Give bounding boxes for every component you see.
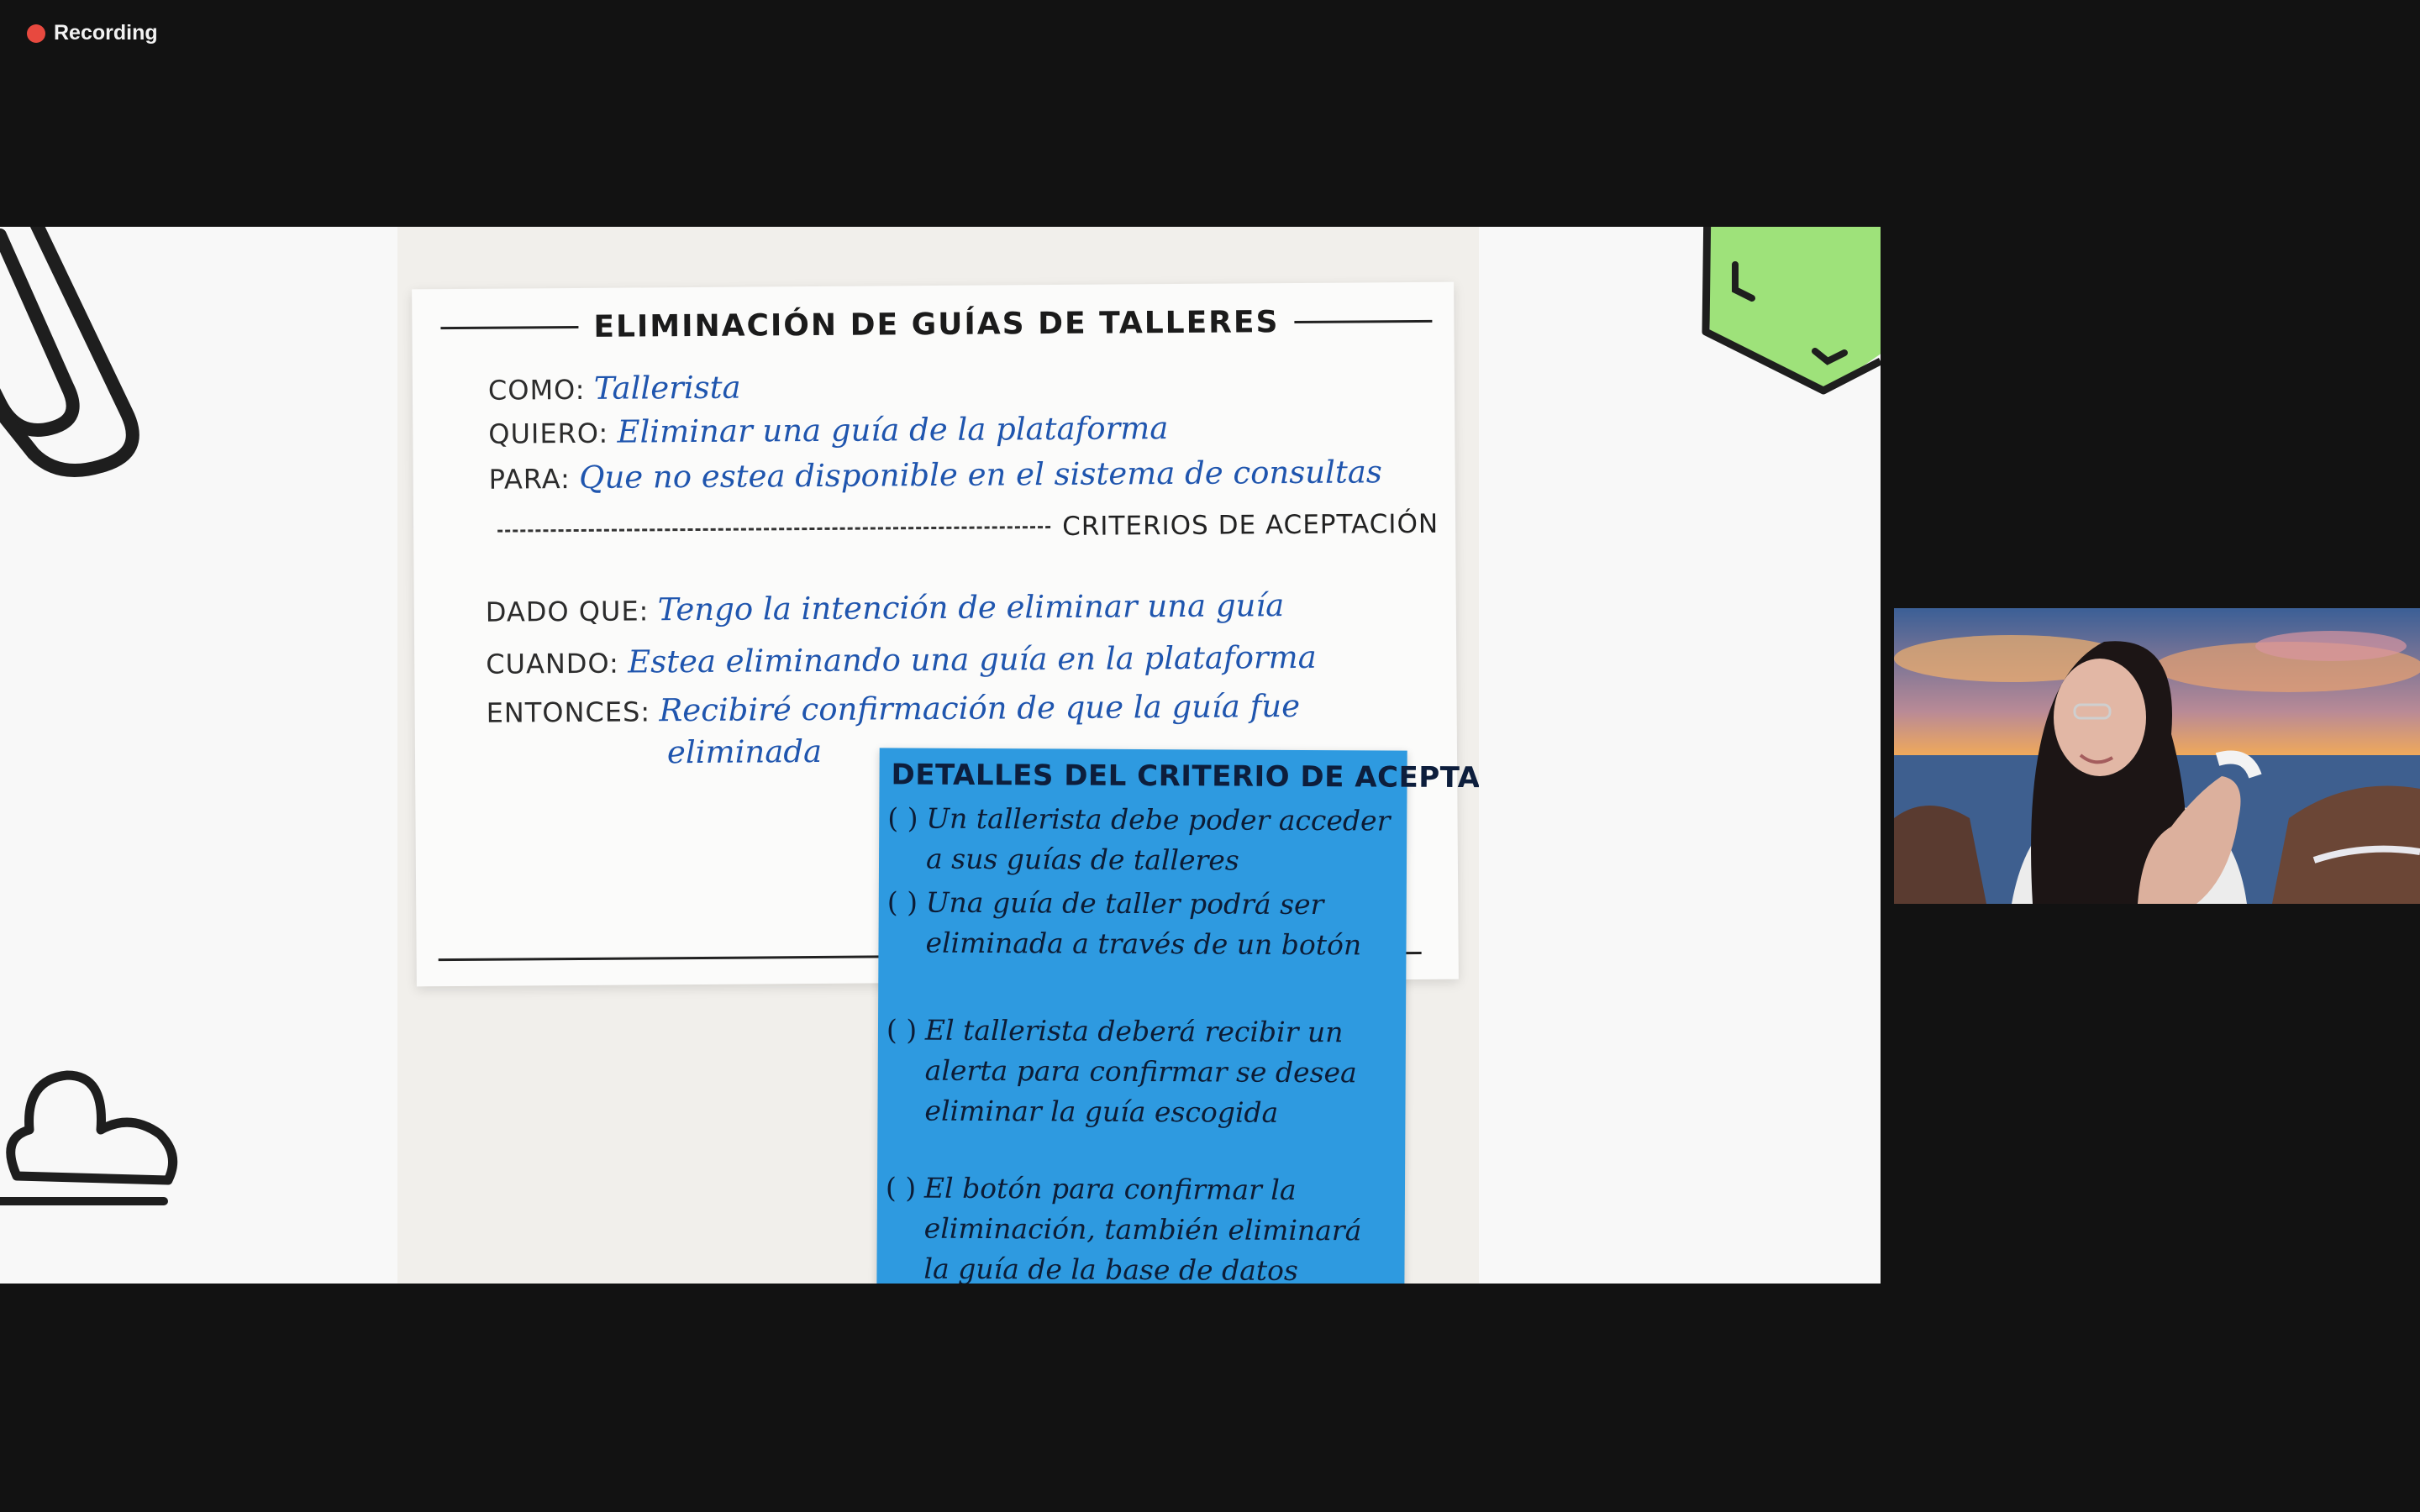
checkbox-marker: ( ) xyxy=(887,801,918,835)
checkbox-marker: ( ) xyxy=(886,1013,918,1047)
cloud-icon xyxy=(0,1070,178,1205)
criteria-key: CUANDO: xyxy=(486,647,620,680)
criteria-value: Recibiré confirmación de que la guía fue xyxy=(659,687,1301,729)
criteria-entonces: ENTONCES: Recibiré confirmación de que l… xyxy=(486,687,1301,730)
story-value: Tallerista xyxy=(593,369,741,407)
story-value: Que no estea disponible en el sistema de… xyxy=(579,454,1382,496)
sticky-item: ( ) El tallerista deberá recibir un aler… xyxy=(886,1011,1396,1134)
criteria-title: CRITERIOS DE ACEPTACIÓN xyxy=(1062,508,1439,542)
checkbox-marker: ( ) xyxy=(885,1171,917,1205)
criteria-dado-que: DADO QUE: Tengo la intención de eliminar… xyxy=(486,587,1285,629)
story-para: PARA: Que no estea disponible en el sist… xyxy=(489,454,1382,496)
sticky-item-text: El botón para confirmar la eliminación, … xyxy=(923,1171,1362,1284)
card-title: ELIMINACIÓN DE GUÍAS DE TALLERES xyxy=(593,305,1280,344)
sticky-title: DETALLES DEL CRITERIO DE ACEPTACIÓN xyxy=(891,758,1479,795)
criteria-value: Tengo la intención de eliminar una guía xyxy=(657,587,1285,628)
sticky-item: ( ) Una guía de taller podrá ser elimina… xyxy=(887,883,1396,966)
recording-dot-icon xyxy=(27,24,45,43)
sticky-item: ( ) El botón para confirmar la eliminaci… xyxy=(886,1168,1395,1284)
criteria-cuando: CUANDO: Estea eliminando una guía en la … xyxy=(486,639,1317,681)
criteria-value: Estea eliminando una guía en la platafor… xyxy=(627,638,1317,680)
acceptance-details-sticky-note: DETALLES DEL CRITERIO DE ACEPTACIÓN ( ) … xyxy=(876,748,1479,1284)
sticky-item-text: Una guía de taller podrá ser eliminada a… xyxy=(925,885,1362,962)
card-title-row: ELIMINACIÓN DE GUÍAS DE TALLERES xyxy=(440,304,1433,345)
shared-video-frame: ELIMINACIÓN DE GUÍAS DE TALLERES COMO: T… xyxy=(397,227,1479,1284)
recording-indicator: Recording xyxy=(27,21,158,45)
criteria-key: ENTONCES: xyxy=(486,696,651,729)
participant-video-tile[interactable] xyxy=(1894,608,2420,904)
criteria-entonces-cont: eliminada xyxy=(667,733,822,770)
checkbox-marker: ( ) xyxy=(886,885,918,919)
criteria-key: DADO QUE: xyxy=(485,595,650,628)
story-key: QUIERO: xyxy=(488,417,609,450)
story-key: COMO: xyxy=(487,373,586,407)
story-key: PARA: xyxy=(488,463,571,496)
story-como: COMO: Tallerista xyxy=(488,370,741,407)
recording-label: Recording xyxy=(54,21,158,45)
title-rule-left xyxy=(440,325,579,330)
sticky-item-text: Un tallerista debe poder acceder a sus g… xyxy=(925,801,1391,877)
paperclip-icon xyxy=(0,227,139,477)
criteria-dashes xyxy=(497,525,1051,533)
sticky-item: ( ) Un tallerista debe poder acceder a s… xyxy=(887,799,1397,882)
story-quiero: QUIERO: Eliminar una guía de la platafor… xyxy=(488,410,1168,451)
sticky-item-text: El tallerista deberá recibir un alerta p… xyxy=(924,1013,1357,1129)
story-value: Eliminar una guía de la plataforma xyxy=(617,410,1169,450)
criteria-header: CRITERIOS DE ACEPTACIÓN xyxy=(497,509,1439,546)
shared-screen: ELIMINACIÓN DE GUÍAS DE TALLERES COMO: T… xyxy=(0,227,1881,1284)
title-rule-right xyxy=(1294,319,1433,324)
criteria-value-cont: eliminada xyxy=(666,732,823,771)
hexagon-icon xyxy=(1702,227,1881,395)
participant-video-frame xyxy=(1894,608,2420,904)
